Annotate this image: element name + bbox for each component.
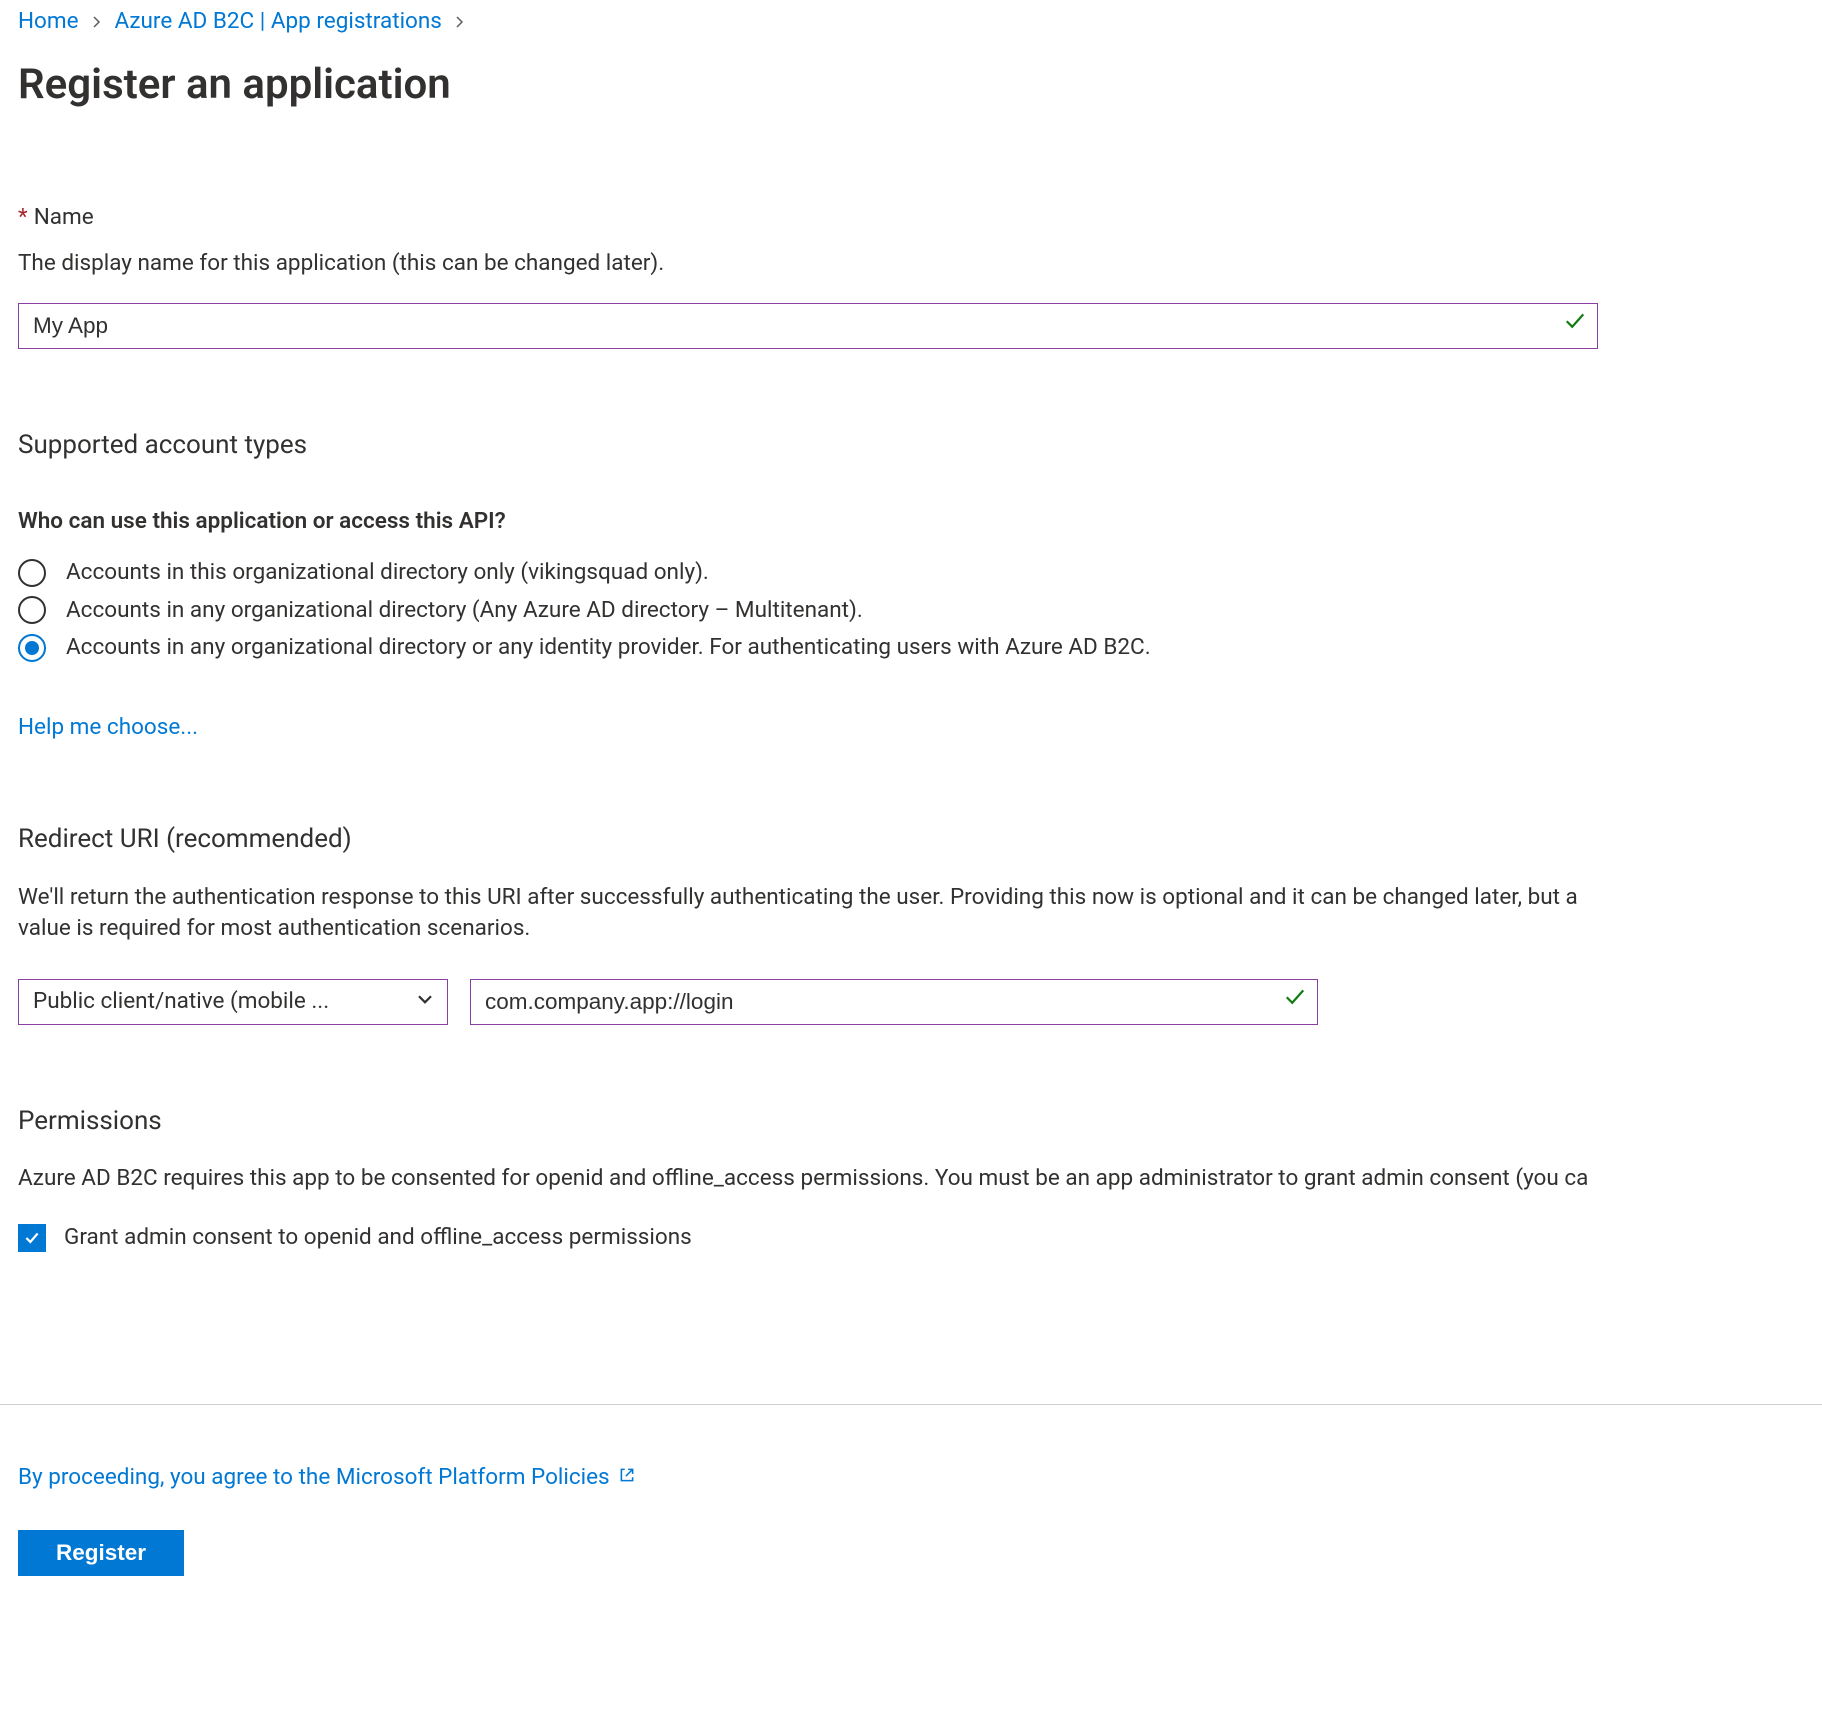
radio-label: Accounts in any organizational directory… — [66, 595, 863, 627]
platform-policies-label: By proceeding, you agree to the Microsof… — [18, 1462, 610, 1494]
radio-option-org-only[interactable]: Accounts in this organizational director… — [18, 557, 1804, 589]
register-button[interactable]: Register — [18, 1530, 184, 1576]
radio-icon-selected — [18, 634, 46, 662]
radio-option-b2c[interactable]: Accounts in any organizational directory… — [18, 632, 1804, 664]
redirect-uri-input[interactable] — [470, 979, 1318, 1025]
radio-label: Accounts in this organizational director… — [66, 557, 709, 589]
breadcrumb-home[interactable]: Home — [18, 6, 79, 38]
required-star-icon: * — [18, 204, 28, 230]
checkbox-label: Grant admin consent to openid and offlin… — [64, 1222, 692, 1254]
permissions-title: Permissions — [18, 1103, 1804, 1139]
radio-option-multitenant[interactable]: Accounts in any organizational directory… — [18, 595, 1804, 627]
help-me-choose-link[interactable]: Help me choose... — [18, 712, 198, 744]
chevron-right-icon — [454, 6, 466, 38]
account-types-section: Supported account types Who can use this… — [18, 427, 1804, 743]
page-title: Register an application — [18, 56, 1804, 115]
checkmark-icon — [1564, 311, 1586, 343]
breadcrumb-b2c[interactable]: Azure AD B2C | App registrations — [115, 6, 442, 38]
chevron-right-icon — [91, 6, 103, 38]
permissions-description: Azure AD B2C requires this app to be con… — [18, 1163, 1804, 1195]
chevron-down-icon — [416, 986, 434, 1018]
external-link-icon — [618, 1462, 636, 1494]
redirect-uri-section: Redirect URI (recommended) We'll return … — [18, 821, 1804, 1024]
redirect-uri-description: We'll return the authentication response… — [18, 882, 1598, 945]
name-help: The display name for this application (t… — [18, 248, 1804, 280]
name-label-text: Name — [34, 204, 94, 230]
account-types-subhead: Who can use this application or access t… — [18, 506, 1804, 538]
grant-consent-checkbox[interactable]: Grant admin consent to openid and offlin… — [18, 1222, 1804, 1254]
checkmark-icon — [1284, 986, 1306, 1018]
divider — [0, 1404, 1822, 1405]
radio-icon — [18, 596, 46, 624]
breadcrumb: Home Azure AD B2C | App registrations — [18, 0, 1804, 38]
name-section: *Name The display name for this applicat… — [18, 202, 1804, 349]
account-types-radio-group: Accounts in this organizational director… — [18, 557, 1804, 664]
name-label: *Name — [18, 202, 1804, 234]
footer: By proceeding, you agree to the Microsof… — [18, 1416, 1804, 1576]
name-input[interactable] — [18, 303, 1598, 349]
platform-select-value: Public client/native (mobile ... — [18, 979, 448, 1025]
account-types-title: Supported account types — [18, 427, 1804, 463]
checkbox-checked-icon — [18, 1224, 46, 1252]
platform-select[interactable]: Public client/native (mobile ... — [18, 979, 448, 1025]
radio-label: Accounts in any organizational directory… — [66, 632, 1151, 664]
radio-icon — [18, 559, 46, 587]
platform-policies-link[interactable]: By proceeding, you agree to the Microsof… — [18, 1462, 636, 1494]
permissions-section: Permissions Azure AD B2C requires this a… — [18, 1103, 1804, 1254]
redirect-uri-title: Redirect URI (recommended) — [18, 821, 1804, 857]
